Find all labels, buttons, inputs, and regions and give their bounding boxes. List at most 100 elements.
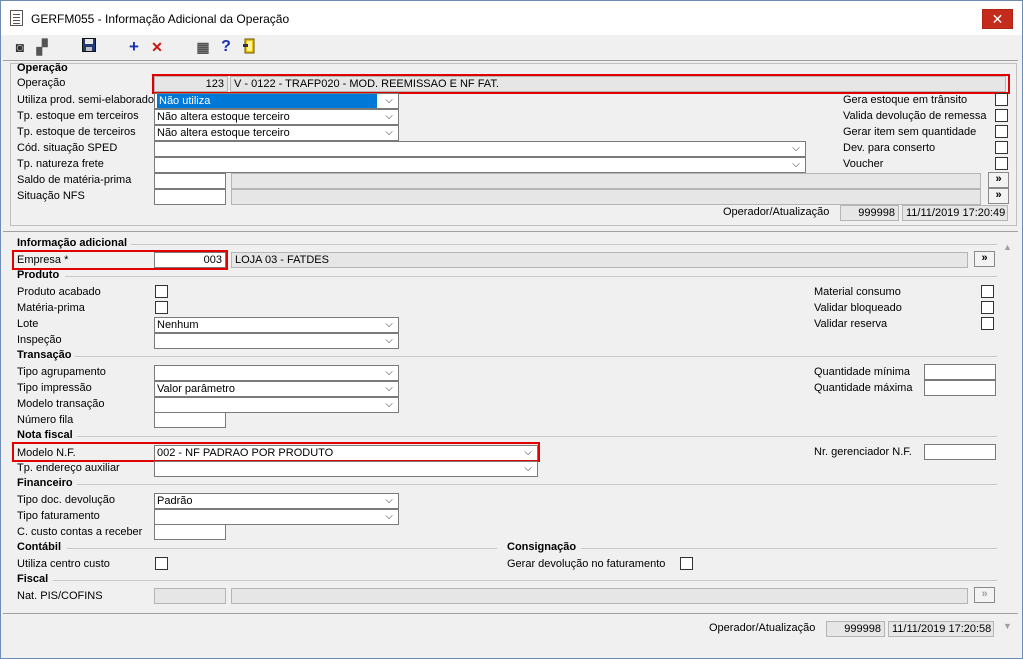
gera-estoque-checkbox[interactable] [995, 93, 1008, 106]
panel-divider [3, 231, 1018, 232]
doc-devolucao-select[interactable]: Padrão ⌵ [154, 493, 399, 509]
nota-fiscal-section-title: Nota fiscal [17, 429, 73, 441]
info-section-title: Informação adicional [17, 237, 128, 249]
add-icon[interactable]: + [125, 38, 143, 56]
saldo-lookup-button[interactable]: » [988, 172, 1009, 188]
empresa-description: LOJA 03 - FATDES [231, 252, 968, 268]
exit-icon[interactable] [241, 38, 259, 56]
main-window: GERFM055 - Informação Adicional da Opera… [0, 0, 1023, 659]
contabil-section-title: Contábil [17, 541, 61, 553]
produto-acabado-label: Produto acabado [17, 286, 101, 298]
centro-custo-checkbox[interactable] [155, 557, 168, 570]
natureza-frete-select[interactable]: ⌵ [154, 157, 806, 173]
doc-devolucao-label: Tipo doc. devolução [17, 494, 116, 506]
semi-elaborado-select[interactable]: Não utiliza ⌵ [154, 93, 399, 109]
scroll-up-icon[interactable]: ▲ [999, 239, 1016, 256]
financeiro-section-line [77, 484, 997, 485]
toolbar: ◙ ▞ + ✕ ▦ ? [1, 35, 1022, 59]
saldo-materia-prima-input[interactable] [154, 173, 226, 189]
footer-operador-code: 999998 [826, 621, 885, 637]
inspecao-label: Inspeção [17, 334, 62, 346]
info-section-line [131, 244, 997, 245]
dev-conserto-checkbox[interactable] [995, 141, 1008, 154]
lote-select[interactable]: Nenhum ⌵ [154, 317, 399, 333]
operador-label: Operador/Atualização [723, 206, 830, 218]
natureza-frete-label: Tp. natureza frete [17, 158, 104, 170]
estoque-em-terceiros-select[interactable]: Não altera estoque terceiro ⌵ [154, 109, 399, 125]
grid-icon[interactable]: ▦ [194, 38, 212, 56]
chevron-down-icon: ⌵ [385, 383, 393, 394]
materia-prima-checkbox[interactable] [155, 301, 168, 314]
voucher-checkbox[interactable] [995, 157, 1008, 170]
quantidade-minima-input[interactable] [924, 364, 996, 380]
estoque-de-terceiros-select[interactable]: Não altera estoque terceiro ⌵ [154, 125, 399, 141]
tree-icon[interactable]: ▞ [33, 38, 51, 56]
delete-icon[interactable]: ✕ [148, 38, 166, 56]
produto-acabado-checkbox[interactable] [155, 285, 168, 298]
financeiro-section-title: Financeiro [17, 477, 73, 489]
pis-cofins-code [154, 588, 226, 604]
gerar-item-checkbox[interactable] [995, 125, 1008, 138]
endereco-auxiliar-select[interactable]: ⌵ [154, 461, 538, 477]
chevron-down-icon: ⌵ [385, 335, 393, 346]
inspecao-select[interactable]: ⌵ [154, 333, 399, 349]
valida-devolucao-label: Valida devolução de remessa [843, 110, 987, 122]
operador-date: 11/11/2019 17:20:49 [902, 205, 1008, 221]
validar-bloqueado-checkbox[interactable] [981, 301, 994, 314]
gerenciador-nf-input[interactable] [924, 444, 996, 460]
gera-estoque-label: Gera estoque em trânsito [843, 94, 968, 106]
estoque-de-terceiros-label: Tp. estoque de terceiros [17, 126, 136, 138]
operacao-section-title: Operação [17, 62, 68, 74]
empresa-lookup-button[interactable]: » [974, 251, 995, 267]
toolbar-divider [3, 60, 1018, 61]
dev-conserto-label: Dev. para conserto [843, 142, 936, 154]
produto-section-title: Produto [17, 269, 60, 281]
footer-divider [3, 613, 1018, 614]
material-consumo-checkbox[interactable] [981, 285, 994, 298]
numero-fila-input[interactable] [154, 412, 226, 428]
scroll-down-icon[interactable]: ▼ [999, 618, 1016, 635]
materia-prima-label: Matéria-prima [17, 302, 85, 314]
quantidade-maxima-input[interactable] [924, 380, 996, 396]
title-bar: GERFM055 - Informação Adicional da Opera… [1, 1, 1022, 35]
vertical-scrollbar[interactable]: ▲ ▼ [999, 239, 1016, 635]
save-icon[interactable] [80, 38, 98, 56]
consignacao-section-line [581, 548, 997, 549]
chevron-down-icon: ⌵ [792, 159, 800, 170]
pis-cofins-lookup-button[interactable]: » [974, 587, 995, 603]
tipo-faturamento-label: Tipo faturamento [17, 510, 100, 522]
tipo-faturamento-select[interactable]: ⌵ [154, 509, 399, 525]
operador-code: 999998 [840, 205, 899, 221]
produto-section-line [65, 276, 997, 277]
impressao-select[interactable]: Valor parâmetro ⌵ [154, 381, 399, 397]
close-button[interactable]: ✕ [982, 9, 1013, 29]
validar-reserva-label: Validar reserva [814, 318, 888, 330]
numero-fila-label: Número fila [17, 414, 74, 426]
situacao-nfs-input[interactable] [154, 189, 226, 205]
help-icon[interactable]: ? [217, 38, 235, 56]
sped-select[interactable]: ⌵ [154, 141, 806, 157]
chevron-down-icon: ⌵ [385, 111, 393, 122]
situacao-nfs-label: Situação NFS [17, 190, 85, 202]
agrupamento-select[interactable]: ⌵ [154, 365, 399, 381]
modelo-nf-highlight [12, 442, 540, 462]
operacao-label: Operação [17, 77, 66, 89]
chevron-down-icon: ⌵ [385, 399, 393, 410]
transacao-section-line [75, 356, 997, 357]
valida-devolucao-checkbox[interactable] [995, 109, 1008, 122]
footer-operador-label: Operador/Atualização [709, 622, 816, 634]
operacao-highlight [152, 74, 1010, 94]
validar-reserva-checkbox[interactable] [981, 317, 994, 330]
gerar-devolucao-checkbox[interactable] [680, 557, 693, 570]
centro-custo-contas-input[interactable] [154, 524, 226, 540]
nfs-lookup-button[interactable]: » [988, 188, 1009, 204]
saldo-materia-prima-desc [231, 173, 981, 189]
modelo-transacao-select[interactable]: ⌵ [154, 397, 399, 413]
first-record-icon[interactable]: ◙ [11, 38, 29, 56]
situacao-nfs-desc [231, 189, 981, 205]
validar-bloqueado-label: Validar bloqueado [814, 302, 902, 314]
saldo-materia-prima-label: Saldo de matéria-prima [17, 174, 132, 186]
endereco-auxiliar-label: Tp. endereço auxiliar [17, 462, 120, 474]
semi-elaborado-label: Utiliza prod. semi-elaborado [17, 94, 154, 106]
material-consumo-label: Material consumo [814, 286, 901, 298]
